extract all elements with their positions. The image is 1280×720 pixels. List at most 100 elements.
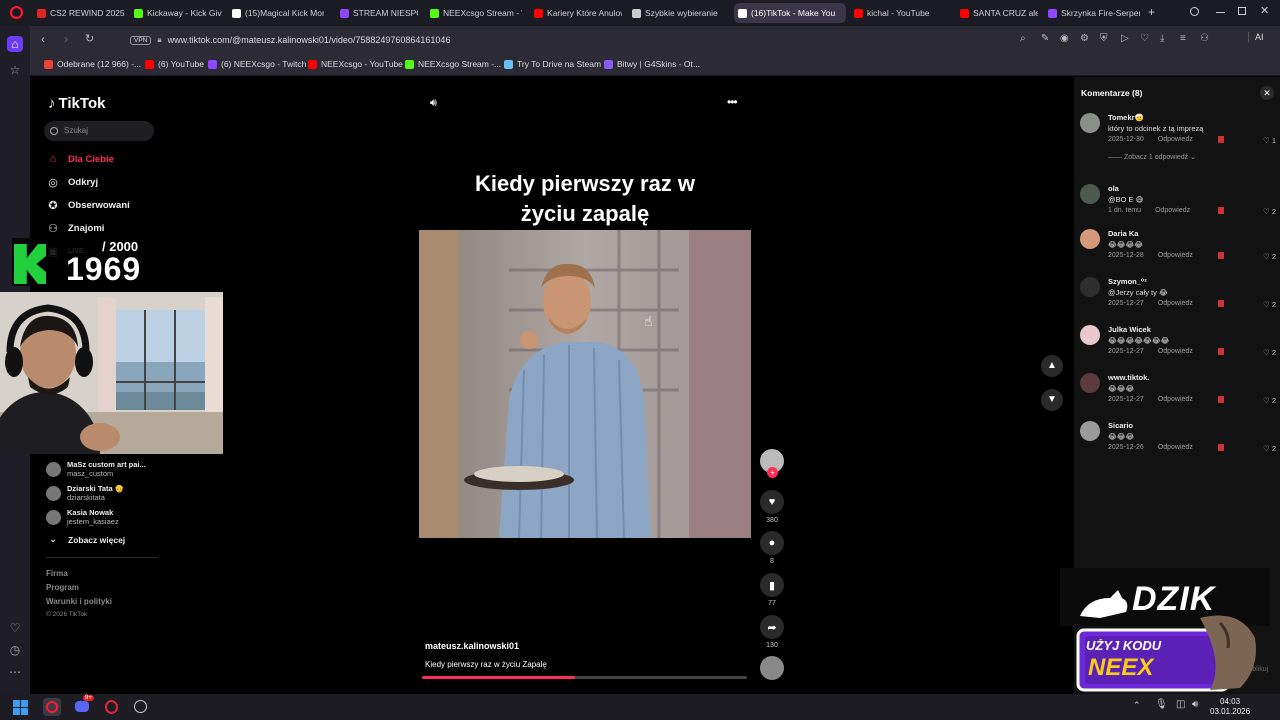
more-icon[interactable]: ⋯ (7, 664, 23, 680)
browser-tab[interactable]: (15)Magical Kick Mon (228, 3, 324, 23)
avatar[interactable] (1080, 277, 1100, 297)
comment-author[interactable]: Szymon_⁰² (1108, 277, 1147, 286)
comment-like-button[interactable]: ♡ 1 (1263, 136, 1276, 145)
bookmark-item[interactable]: Bitwy | G4Skins - Ot... (604, 59, 700, 69)
following-account[interactable]: Dziarski Tata 👴 dziarskitata (46, 484, 124, 502)
footer-link[interactable]: Warunki i polityki (46, 597, 112, 606)
nav-item[interactable]: ⚇ Znajomi (46, 222, 104, 235)
ai-button[interactable]: AI (1248, 32, 1264, 42)
reply-button[interactable]: Odpowiedz (1158, 348, 1193, 355)
close-window-icon[interactable]: ✕ (1260, 4, 1269, 17)
comment-button[interactable]: ● 8 (760, 531, 784, 565)
forward-icon[interactable]: › (64, 32, 68, 46)
new-tab-button[interactable]: + (1148, 5, 1155, 19)
reply-button[interactable]: Odpowiedz (1158, 136, 1193, 143)
heart-icon[interactable]: ♡ (7, 620, 23, 636)
search-tabs-icon[interactable] (1190, 7, 1199, 16)
footer-link[interactable]: Firma (46, 569, 68, 578)
avatar[interactable] (1080, 421, 1100, 441)
download-icon[interactable]: ⤓ (1160, 33, 1164, 44)
tiktok-logo[interactable]: ♪ TikTok (48, 95, 105, 112)
bookmark-item[interactable]: Odebrane (12 966) -... (44, 59, 141, 69)
reload-icon[interactable]: ↻ (85, 32, 94, 45)
browser-tab[interactable]: Kariery Które Anulow (530, 3, 622, 23)
sound-disc-button[interactable] (760, 656, 784, 680)
windows-start-icon[interactable] (13, 700, 28, 715)
reply-button[interactable]: Odpowiedz (1158, 300, 1193, 307)
minimize-icon[interactable] (1216, 12, 1225, 13)
browser-tab[interactable]: Szybkie wybieranie (628, 3, 728, 23)
reply-button[interactable]: Odpowiedz (1158, 396, 1193, 403)
nav-item[interactable]: ✪ Obserwowani (46, 199, 129, 212)
video-author[interactable]: mateusz.kalinowski01 (425, 641, 519, 651)
opera-taskbar-icon[interactable] (43, 698, 61, 716)
browser-tab[interactable]: STREAM NIESPO (336, 3, 418, 23)
browser-tab[interactable]: (16)TikTok - Make You (734, 3, 846, 23)
comment-like-button[interactable]: ♡ 2 (1263, 444, 1276, 453)
mic-icon[interactable]: 🎙︎ (1155, 699, 1168, 710)
opera-logo-icon[interactable] (10, 6, 23, 19)
share-button[interactable]: ➦ 130 (760, 615, 784, 649)
more-options-icon[interactable]: ••• (727, 95, 738, 109)
bookmark-item[interactable]: (6) YouTube (145, 59, 204, 69)
reply-button[interactable]: Odpowiedz (1158, 444, 1193, 451)
author-avatar-button[interactable]: + (760, 449, 784, 478)
profile-icon[interactable]: ⚇ (1200, 33, 1209, 44)
comment-like-button[interactable]: ♡ 2 (1263, 252, 1276, 261)
vpn-badge[interactable]: VPN (130, 35, 152, 45)
view-replies-button[interactable]: —— Zobacz 1 odpowiedź ⌄ (1108, 153, 1196, 161)
previous-video-button[interactable]: ▲ (1041, 355, 1063, 377)
comment-author[interactable]: ola (1108, 184, 1119, 193)
browser-tab[interactable]: CS2 REWIND 2025 - (33, 3, 125, 23)
video-player[interactable] (419, 230, 751, 538)
comment-like-button[interactable]: ♡ 2 (1263, 300, 1276, 309)
search-page-icon[interactable]: ⌕ (1020, 33, 1026, 44)
see-more-button[interactable]: ⌄ Zobacz więcej (46, 534, 125, 545)
comment-author[interactable]: Sicario (1108, 421, 1133, 430)
comment-like-button[interactable]: ♡ 2 (1263, 396, 1276, 405)
opera-gx-icon[interactable] (102, 698, 120, 716)
following-account[interactable]: Kasia Nowak jestem_kasiaez (46, 508, 119, 526)
comment-author[interactable]: Daria Ka (1108, 229, 1138, 238)
bookmark-item[interactable]: (6) NEEXcsgo - Twitch (208, 59, 306, 69)
save-button[interactable]: ▮ 77 (760, 573, 784, 607)
favorite-icon[interactable]: ♡ (1140, 33, 1149, 44)
maximize-icon[interactable] (1238, 7, 1246, 15)
avatar[interactable] (1080, 184, 1100, 204)
like-button[interactable]: ♥ 380 (760, 490, 784, 524)
tray-chevron-icon[interactable]: ⌃ (1133, 700, 1141, 711)
browser-tab[interactable]: kichal - YouTube (850, 3, 946, 23)
comment-like-button[interactable]: ♡ 2 (1263, 348, 1276, 357)
camera-icon[interactable]: ◉ (1060, 33, 1069, 44)
browser-tab[interactable]: Kickaway - Kick Give (130, 3, 222, 23)
comment-author[interactable]: Tomekr🤕 (1108, 113, 1144, 122)
bookmark-item[interactable]: Try To Drive na Steam (504, 59, 601, 69)
app-icon[interactable] (131, 698, 149, 716)
bookmark-item[interactable]: NEEXcsgo Stream -... (405, 59, 501, 69)
follow-plus-icon[interactable]: + (767, 467, 778, 478)
bookmark-item[interactable]: NEEXcsgo - YouTube (308, 59, 403, 69)
volume-icon[interactable]: 🔊︎ (430, 97, 437, 110)
menu-icon[interactable]: ≡ (1180, 33, 1186, 44)
video-progress-bar[interactable] (422, 676, 747, 679)
search-input[interactable]: Szukaj (44, 121, 154, 141)
system-clock[interactable]: 04:03 03.01.2026 (1210, 697, 1250, 717)
comment-author[interactable]: Julka Wicek (1108, 325, 1151, 334)
comment-like-button[interactable]: ♡ 2 (1263, 207, 1276, 216)
following-account[interactable]: MaSz custom art pai... masz_custom (46, 460, 146, 478)
reply-button[interactable]: Odpowiedz (1158, 252, 1193, 259)
reply-button[interactable]: Odpowiedz (1155, 207, 1190, 214)
nav-item[interactable]: ◎ Odkryj (46, 176, 98, 189)
browser-tab[interactable]: SANTA CRUZ ale to W (956, 3, 1038, 23)
nav-item[interactable]: ⌂ Dla Ciebie (46, 153, 114, 165)
browser-tab[interactable]: NEEXcsgo Stream - W (426, 3, 522, 23)
volume-tray-icon[interactable]: 🔊︎ (1192, 699, 1198, 710)
avatar[interactable] (1080, 325, 1100, 345)
close-comments-icon[interactable]: ✕ (1260, 86, 1274, 100)
avatar[interactable] (1080, 373, 1100, 393)
url-input[interactable]: www.tiktok.com/@mateusz.kalinowski01/vid… (168, 35, 451, 45)
home-icon[interactable]: ⌂ (7, 36, 23, 52)
play-icon[interactable]: ▷ (1121, 33, 1129, 44)
adblock-icon[interactable]: ⛨ (1100, 33, 1108, 44)
avatar[interactable] (1080, 113, 1100, 133)
